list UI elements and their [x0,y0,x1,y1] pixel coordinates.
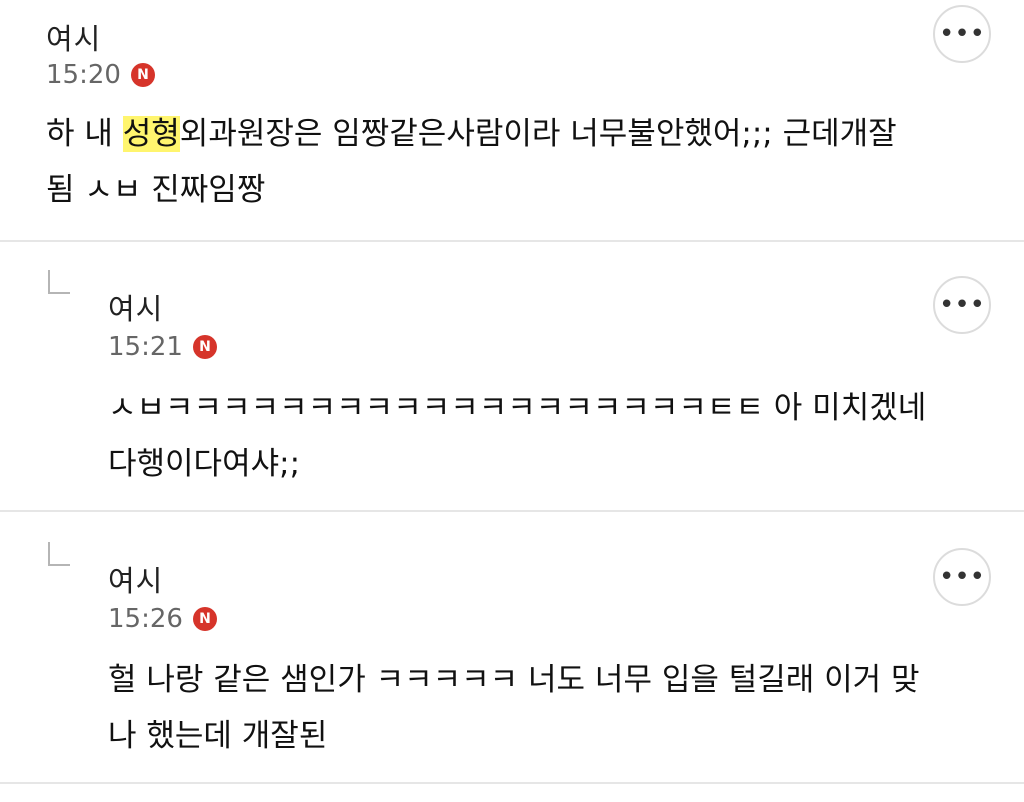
comment-text-pre: 하 내 [46,116,123,152]
comment-body: ㅅㅂㅋㅋㅋㅋㅋㅋㅋㅋㅋㅋㅋㅋㅋㅋㅋㅋㅋㅋㅋㅌㅌ 아 미치겠네 다행이다여샤;; [108,390,927,482]
new-badge-icon: N [192,335,217,359]
comment-author: 여시 [108,292,164,326]
comment-item: 여시 15:20 N ••• 하 내 성형외과원장은 임짱같은사람이라 너무불안… [0,0,1024,240]
comment-divider [0,782,1024,784]
more-options-button[interactable]: ••• [933,5,991,63]
comment-timestamp: 15:20 [46,60,121,90]
more-options-button[interactable]: ••• [933,548,991,606]
comment-body: 하 내 성형외과원장은 임짱같은사람이라 너무불안했어;;; 근데개잘 됨 ㅅㅂ… [46,106,986,218]
comment-body: 헐 나랑 같은 샘인가 ㅋㅋㅋㅋㅋ 너도 너무 입을 털길래 이거 맞 나 했는… [108,662,920,754]
comment-time: 15:21 N [108,332,217,362]
highlighted-text: 성형 [122,116,180,152]
more-options-button[interactable]: ••• [933,276,991,334]
comment-timestamp: 15:21 [108,332,183,362]
reply-arrow-icon [48,542,70,566]
comment-time: 15:26 N [108,604,217,634]
comment-author: 여시 [46,22,102,56]
comment-timestamp: 15:26 [108,604,183,634]
comment-author: 여시 [108,564,164,598]
comment-time: 15:20 N [46,60,155,90]
new-badge-icon: N [192,607,217,631]
new-badge-icon: N [130,63,155,87]
reply-item: 여시 15:26 N ••• 헐 나랑 같은 샘인가 ㅋㅋㅋㅋㅋ 너도 너무 입… [0,512,1024,782]
reply-arrow-icon [48,270,70,294]
reply-item: 여시 15:21 N ••• ㅅㅂㅋㅋㅋㅋㅋㅋㅋㅋㅋㅋㅋㅋㅋㅋㅋㅋㅋㅋㅋㅌㅌ 아… [0,242,1024,510]
